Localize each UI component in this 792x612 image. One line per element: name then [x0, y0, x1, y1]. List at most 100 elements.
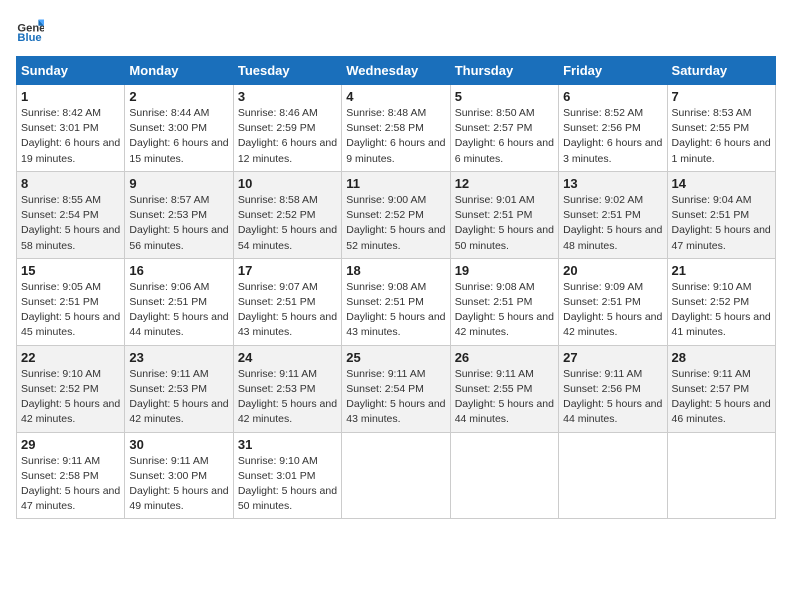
day-info: Sunrise: 9:01 AMSunset: 2:51 PMDaylight:… — [455, 193, 554, 254]
calendar-cell: 6 Sunrise: 8:52 AMSunset: 2:56 PMDayligh… — [559, 85, 667, 172]
day-number: 8 — [21, 176, 120, 191]
calendar-cell: 7 Sunrise: 8:53 AMSunset: 2:55 PMDayligh… — [667, 85, 775, 172]
svg-text:Blue: Blue — [17, 32, 41, 44]
calendar-cell: 10 Sunrise: 8:58 AMSunset: 2:52 PMDaylig… — [233, 171, 341, 258]
day-number: 20 — [563, 263, 662, 278]
calendar-cell: 28 Sunrise: 9:11 AMSunset: 2:57 PMDaylig… — [667, 345, 775, 432]
day-info: Sunrise: 8:50 AMSunset: 2:57 PMDaylight:… — [455, 106, 554, 167]
day-number: 23 — [129, 350, 228, 365]
calendar-cell: 23 Sunrise: 9:11 AMSunset: 2:53 PMDaylig… — [125, 345, 233, 432]
day-info: Sunrise: 9:11 AMSunset: 2:55 PMDaylight:… — [455, 367, 554, 428]
day-info: Sunrise: 8:42 AMSunset: 3:01 PMDaylight:… — [21, 106, 120, 167]
calendar-week-row: 29 Sunrise: 9:11 AMSunset: 2:58 PMDaylig… — [17, 432, 776, 519]
calendar-cell: 9 Sunrise: 8:57 AMSunset: 2:53 PMDayligh… — [125, 171, 233, 258]
day-info: Sunrise: 9:08 AMSunset: 2:51 PMDaylight:… — [346, 280, 445, 341]
calendar-cell: 17 Sunrise: 9:07 AMSunset: 2:51 PMDaylig… — [233, 258, 341, 345]
calendar-cell: 21 Sunrise: 9:10 AMSunset: 2:52 PMDaylig… — [667, 258, 775, 345]
calendar-cell: 20 Sunrise: 9:09 AMSunset: 2:51 PMDaylig… — [559, 258, 667, 345]
calendar-cell: 1 Sunrise: 8:42 AMSunset: 3:01 PMDayligh… — [17, 85, 125, 172]
weekday-header-tuesday: Tuesday — [233, 57, 341, 85]
day-info: Sunrise: 9:05 AMSunset: 2:51 PMDaylight:… — [21, 280, 120, 341]
day-number: 3 — [238, 89, 337, 104]
calendar-cell: 11 Sunrise: 9:00 AMSunset: 2:52 PMDaylig… — [342, 171, 450, 258]
day-number: 21 — [672, 263, 771, 278]
day-info: Sunrise: 9:04 AMSunset: 2:51 PMDaylight:… — [672, 193, 771, 254]
calendar-cell: 4 Sunrise: 8:48 AMSunset: 2:58 PMDayligh… — [342, 85, 450, 172]
calendar-week-row: 8 Sunrise: 8:55 AMSunset: 2:54 PMDayligh… — [17, 171, 776, 258]
calendar-cell — [342, 432, 450, 519]
day-number: 18 — [346, 263, 445, 278]
calendar-cell — [559, 432, 667, 519]
day-number: 27 — [563, 350, 662, 365]
calendar-cell: 18 Sunrise: 9:08 AMSunset: 2:51 PMDaylig… — [342, 258, 450, 345]
calendar-cell: 3 Sunrise: 8:46 AMSunset: 2:59 PMDayligh… — [233, 85, 341, 172]
calendar-cell: 5 Sunrise: 8:50 AMSunset: 2:57 PMDayligh… — [450, 85, 558, 172]
day-number: 9 — [129, 176, 228, 191]
day-info: Sunrise: 9:11 AMSunset: 2:58 PMDaylight:… — [21, 454, 120, 515]
calendar-cell: 14 Sunrise: 9:04 AMSunset: 2:51 PMDaylig… — [667, 171, 775, 258]
day-info: Sunrise: 9:11 AMSunset: 2:54 PMDaylight:… — [346, 367, 445, 428]
weekday-header-row: SundayMondayTuesdayWednesdayThursdayFrid… — [17, 57, 776, 85]
calendar-cell: 16 Sunrise: 9:06 AMSunset: 2:51 PMDaylig… — [125, 258, 233, 345]
day-info: Sunrise: 9:10 AMSunset: 3:01 PMDaylight:… — [238, 454, 337, 515]
day-info: Sunrise: 9:10 AMSunset: 2:52 PMDaylight:… — [672, 280, 771, 341]
calendar-cell: 22 Sunrise: 9:10 AMSunset: 2:52 PMDaylig… — [17, 345, 125, 432]
day-info: Sunrise: 8:46 AMSunset: 2:59 PMDaylight:… — [238, 106, 337, 167]
day-info: Sunrise: 8:44 AMSunset: 3:00 PMDaylight:… — [129, 106, 228, 167]
day-info: Sunrise: 9:00 AMSunset: 2:52 PMDaylight:… — [346, 193, 445, 254]
calendar-week-row: 22 Sunrise: 9:10 AMSunset: 2:52 PMDaylig… — [17, 345, 776, 432]
weekday-header-wednesday: Wednesday — [342, 57, 450, 85]
day-number: 11 — [346, 176, 445, 191]
weekday-header-sunday: Sunday — [17, 57, 125, 85]
day-number: 14 — [672, 176, 771, 191]
calendar-cell: 12 Sunrise: 9:01 AMSunset: 2:51 PMDaylig… — [450, 171, 558, 258]
weekday-header-thursday: Thursday — [450, 57, 558, 85]
day-number: 15 — [21, 263, 120, 278]
day-number: 13 — [563, 176, 662, 191]
calendar-cell: 19 Sunrise: 9:08 AMSunset: 2:51 PMDaylig… — [450, 258, 558, 345]
day-info: Sunrise: 9:07 AMSunset: 2:51 PMDaylight:… — [238, 280, 337, 341]
day-number: 25 — [346, 350, 445, 365]
day-info: Sunrise: 9:09 AMSunset: 2:51 PMDaylight:… — [563, 280, 662, 341]
logo: General Blue — [16, 16, 44, 44]
day-number: 24 — [238, 350, 337, 365]
day-info: Sunrise: 9:11 AMSunset: 2:56 PMDaylight:… — [563, 367, 662, 428]
day-info: Sunrise: 8:57 AMSunset: 2:53 PMDaylight:… — [129, 193, 228, 254]
day-number: 22 — [21, 350, 120, 365]
day-number: 19 — [455, 263, 554, 278]
logo-icon: General Blue — [16, 16, 44, 44]
day-number: 7 — [672, 89, 771, 104]
day-info: Sunrise: 9:06 AMSunset: 2:51 PMDaylight:… — [129, 280, 228, 341]
day-number: 5 — [455, 89, 554, 104]
day-info: Sunrise: 8:52 AMSunset: 2:56 PMDaylight:… — [563, 106, 662, 167]
calendar-cell: 30 Sunrise: 9:11 AMSunset: 3:00 PMDaylig… — [125, 432, 233, 519]
calendar-cell: 24 Sunrise: 9:11 AMSunset: 2:53 PMDaylig… — [233, 345, 341, 432]
calendar-cell: 29 Sunrise: 9:11 AMSunset: 2:58 PMDaylig… — [17, 432, 125, 519]
day-info: Sunrise: 8:53 AMSunset: 2:55 PMDaylight:… — [672, 106, 771, 167]
day-info: Sunrise: 8:48 AMSunset: 2:58 PMDaylight:… — [346, 106, 445, 167]
calendar-cell: 15 Sunrise: 9:05 AMSunset: 2:51 PMDaylig… — [17, 258, 125, 345]
calendar-cell: 25 Sunrise: 9:11 AMSunset: 2:54 PMDaylig… — [342, 345, 450, 432]
day-info: Sunrise: 9:11 AMSunset: 2:53 PMDaylight:… — [129, 367, 228, 428]
day-info: Sunrise: 8:55 AMSunset: 2:54 PMDaylight:… — [21, 193, 120, 254]
day-number: 16 — [129, 263, 228, 278]
calendar-cell: 26 Sunrise: 9:11 AMSunset: 2:55 PMDaylig… — [450, 345, 558, 432]
calendar-cell — [667, 432, 775, 519]
calendar-table: SundayMondayTuesdayWednesdayThursdayFrid… — [16, 56, 776, 519]
page-header: General Blue — [16, 16, 776, 44]
day-number: 10 — [238, 176, 337, 191]
day-number: 30 — [129, 437, 228, 452]
day-number: 6 — [563, 89, 662, 104]
day-number: 26 — [455, 350, 554, 365]
day-info: Sunrise: 9:11 AMSunset: 2:53 PMDaylight:… — [238, 367, 337, 428]
calendar-week-row: 1 Sunrise: 8:42 AMSunset: 3:01 PMDayligh… — [17, 85, 776, 172]
calendar-cell: 27 Sunrise: 9:11 AMSunset: 2:56 PMDaylig… — [559, 345, 667, 432]
day-info: Sunrise: 9:02 AMSunset: 2:51 PMDaylight:… — [563, 193, 662, 254]
calendar-cell: 31 Sunrise: 9:10 AMSunset: 3:01 PMDaylig… — [233, 432, 341, 519]
weekday-header-friday: Friday — [559, 57, 667, 85]
day-info: Sunrise: 9:11 AMSunset: 3:00 PMDaylight:… — [129, 454, 228, 515]
day-number: 31 — [238, 437, 337, 452]
day-info: Sunrise: 9:08 AMSunset: 2:51 PMDaylight:… — [455, 280, 554, 341]
day-number: 1 — [21, 89, 120, 104]
calendar-week-row: 15 Sunrise: 9:05 AMSunset: 2:51 PMDaylig… — [17, 258, 776, 345]
